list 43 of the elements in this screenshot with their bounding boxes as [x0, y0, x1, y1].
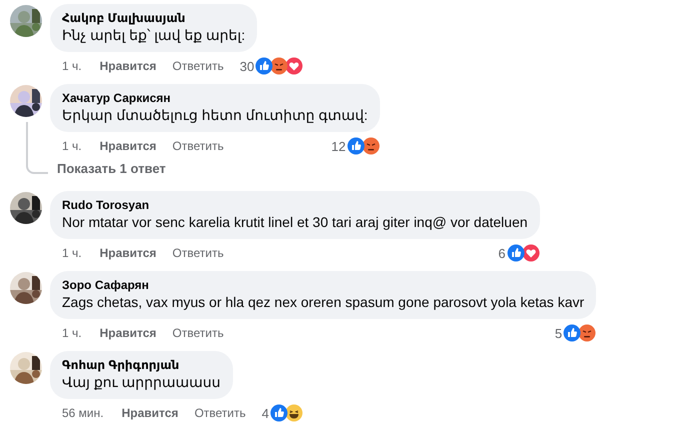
- comment-time[interactable]: 56 мин.: [62, 406, 104, 420]
- like-link[interactable]: Нравится: [100, 139, 156, 153]
- haha-reaction-icon: [284, 404, 303, 422]
- reaction-count[interactable]: 12: [331, 138, 346, 154]
- comment-text: Վայ քու արրրաաասս: [62, 373, 221, 392]
- comment-text: Nor mtatar vor senc karelia krutit linel et 30 tari araj giter inq@ vor dateluen: [62, 213, 528, 232]
- like-reaction-icon: [255, 57, 274, 75]
- like-reaction-icon: [346, 137, 365, 155]
- like-link[interactable]: Нравится: [100, 326, 156, 340]
- reaction-count[interactable]: 6: [498, 246, 506, 260]
- like-reaction-icon: [506, 244, 525, 262]
- like-link[interactable]: Нравится: [100, 246, 156, 260]
- reaction-count[interactable]: 5: [554, 326, 562, 340]
- love-reaction-icon: [285, 57, 304, 75]
- author-name[interactable]: Хачатур Саркисян: [62, 91, 368, 106]
- comment-text: Երկար մտածելուց հետո մուտիտը գտավ:: [62, 106, 368, 125]
- show-replies-link[interactable]: Показать 1 ответ: [57, 160, 166, 178]
- author-name[interactable]: Зоро Сафарян: [62, 278, 584, 293]
- reaction-count[interactable]: 30: [240, 58, 254, 74]
- author-name[interactable]: Գոհար Գրիգորյան: [62, 358, 221, 373]
- reaction-count[interactable]: 4: [262, 406, 269, 420]
- reply-link[interactable]: Ответить: [194, 406, 246, 420]
- comment-text: Ինչ արել եք՝ լավ եք արել:: [62, 26, 246, 45]
- author-name[interactable]: Հակոբ Մալխասյան: [62, 11, 246, 26]
- thread-line: [26, 122, 48, 174]
- love-reaction-icon: [522, 244, 540, 262]
- like-reaction-icon: [270, 404, 288, 422]
- reply-link[interactable]: Ответить: [172, 139, 224, 153]
- reply-link[interactable]: Ответить: [172, 246, 224, 260]
- comment-text: Zags chetas, vax myus or hla qez nex oreren spasum gone parosovt yola ketas kavr: [62, 293, 584, 312]
- comment-time[interactable]: 1 ч.: [62, 139, 82, 153]
- like-link[interactable]: Нравится: [100, 59, 156, 73]
- comment-time[interactable]: 1 ч.: [62, 326, 82, 340]
- author-name[interactable]: Rudo Torosyan: [62, 198, 528, 213]
- like-link[interactable]: Нравится: [122, 406, 178, 420]
- angry-reaction-icon: [362, 137, 380, 155]
- comment-time[interactable]: 1 ч.: [62, 246, 82, 260]
- angry-reaction-icon: [578, 324, 596, 342]
- like-reaction-icon: [563, 324, 582, 342]
- reply-link[interactable]: Ответить: [172, 59, 224, 73]
- angry-reaction-icon: [270, 57, 288, 75]
- reply-link[interactable]: Ответить: [172, 326, 224, 340]
- comment-time[interactable]: 1 ч.: [62, 59, 82, 73]
